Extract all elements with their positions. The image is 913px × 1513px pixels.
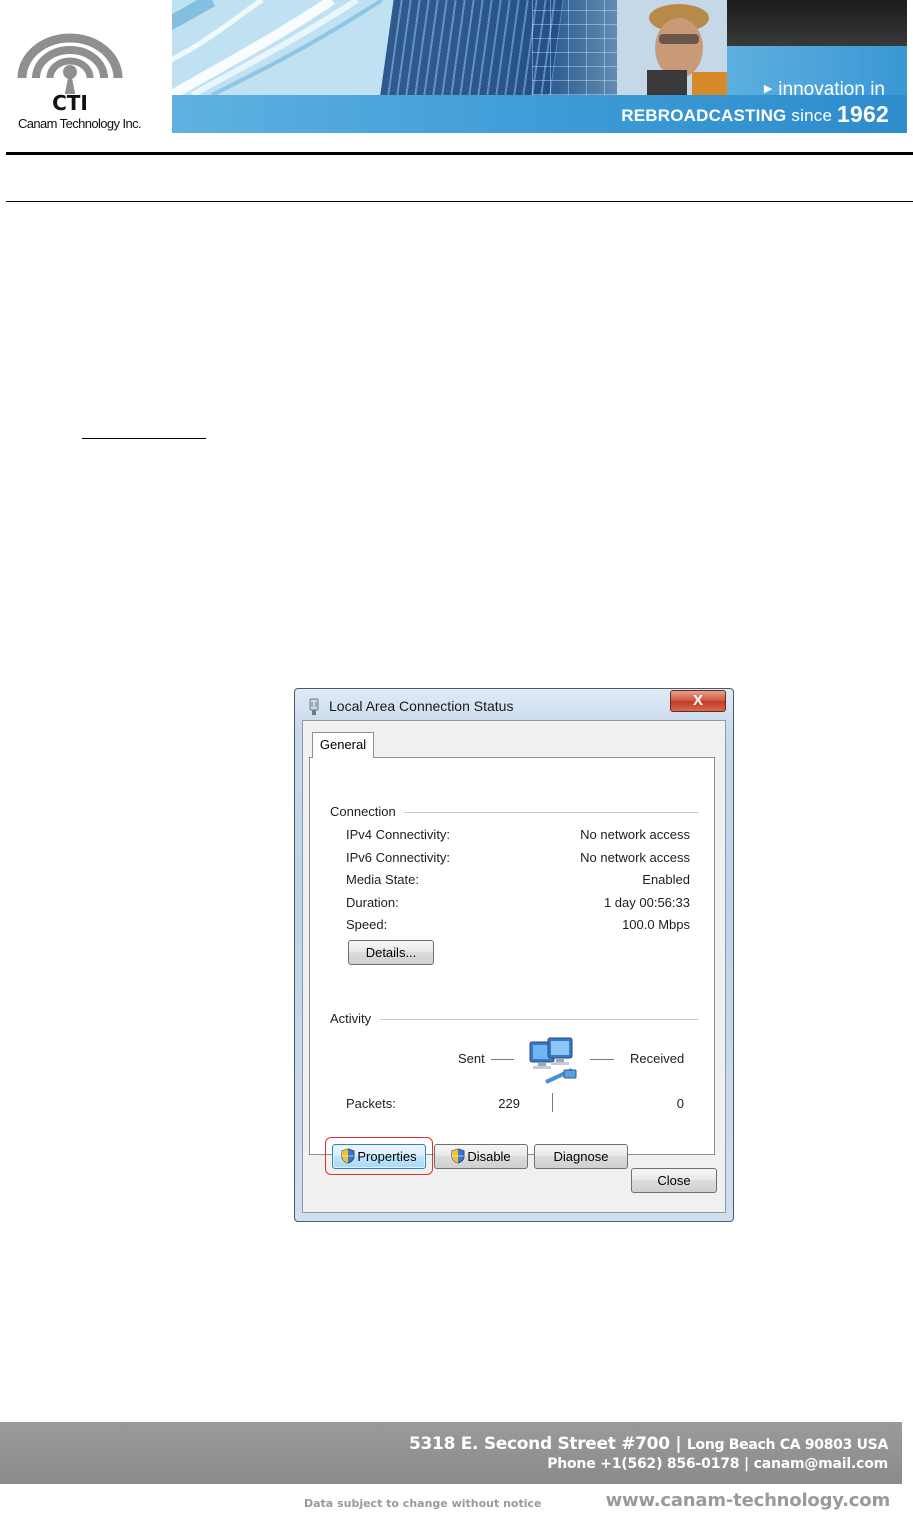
tagline-since: since	[791, 106, 833, 125]
close-icon: X	[692, 692, 703, 709]
packets-label: Packets:	[346, 1096, 396, 1111]
packets-sent-value: 229	[498, 1096, 520, 1111]
footer-address: 5318 E. Second Street #700 | Long Beach …	[409, 1434, 888, 1454]
tagline-line1: ▶ innovation in	[764, 79, 885, 101]
window-close-button[interactable]: X	[670, 690, 726, 712]
footer-website[interactable]: www.canam-technology.com	[606, 1490, 891, 1511]
engineer-photo-graphic	[617, 0, 737, 95]
play-arrow-icon: ▶	[763, 83, 773, 95]
disable-button-label: Disable	[467, 1149, 511, 1164]
duration-value: 1 day 00:56:33	[603, 895, 690, 910]
network-adapter-icon	[309, 698, 319, 715]
header-rule-thick	[6, 152, 913, 155]
underline-mark	[82, 438, 206, 439]
general-tab-panel: Connection IPv4 Connectivity: No network…	[309, 757, 715, 1175]
broadcast-waves-icon	[17, 33, 123, 98]
company-name: Canam Technology Inc.	[18, 116, 142, 131]
ipv4-label: IPv4 Connectivity:	[346, 827, 451, 842]
media-state-label: Media State:	[346, 872, 419, 887]
packets-divider	[552, 1093, 553, 1112]
network-computers-icon	[529, 1037, 577, 1084]
company-logo: CTI Canam Technology Inc.	[14, 28, 142, 136]
footer-street: 5318 E. Second Street #700 |	[409, 1434, 682, 1454]
speed-label: Speed:	[346, 917, 388, 932]
media-state-value: Enabled	[642, 872, 690, 887]
connection-status-dialog: Local Area Connection Status X General C…	[294, 688, 734, 1222]
ipv6-label: IPv6 Connectivity:	[346, 850, 451, 865]
footer-contact: Phone +1(562) 856-0178 | canam@mail.com	[547, 1456, 888, 1472]
duration-label: Duration:	[346, 895, 399, 910]
activity-group-label: Activity	[330, 1011, 380, 1026]
dialog-client-area: General Connection IPv4 Connectivity: No…	[302, 720, 726, 1213]
packets-received-value: 0	[676, 1096, 684, 1111]
tagline-text: innovation in	[778, 79, 885, 100]
header-banner: ▶ innovation in REBROADCASTING since 1962	[172, 0, 907, 133]
banner-dark-strip	[727, 0, 907, 48]
details-button[interactable]: Details...	[348, 940, 434, 965]
logo-word: CTI	[52, 94, 88, 112]
sent-dash	[491, 1059, 514, 1060]
disable-button[interactable]: Disable	[434, 1144, 528, 1169]
footer-bar: 5318 E. Second Street #700 | Long Beach …	[0, 1422, 902, 1484]
uac-shield-icon	[451, 1148, 465, 1164]
ipv4-value: No network access	[580, 827, 690, 842]
activity-group-line	[380, 1019, 698, 1020]
connection-group-label: Connection	[330, 804, 404, 819]
speed-value: 100.0 Mbps	[622, 917, 690, 932]
properties-button[interactable]: Properties	[332, 1144, 426, 1169]
footer-notice: Data subject to change without notice	[304, 1497, 542, 1510]
footer-city: Long Beach CA 90803 USA	[686, 1437, 888, 1453]
dialog-title: Local Area Connection Status	[329, 698, 514, 714]
header-rule-thin	[6, 201, 913, 202]
diagnose-button[interactable]: Diagnose	[534, 1144, 628, 1169]
uac-shield-icon	[341, 1148, 355, 1164]
sent-label: Sent	[458, 1051, 485, 1066]
logo-word-graphic: CTI	[18, 94, 122, 112]
close-button[interactable]: Close	[631, 1168, 717, 1193]
tagline-line2: REBROADCASTING since 1962	[621, 101, 889, 128]
tagline-year: 1962	[837, 101, 889, 127]
ipv6-value: No network access	[580, 850, 690, 865]
received-label: Received	[630, 1051, 685, 1066]
connection-group-line	[400, 812, 698, 813]
tab-general[interactable]: General	[312, 732, 374, 758]
tagline-rebroadcasting: REBROADCASTING	[621, 106, 787, 125]
received-dash	[590, 1059, 614, 1060]
properties-button-label: Properties	[357, 1149, 417, 1164]
